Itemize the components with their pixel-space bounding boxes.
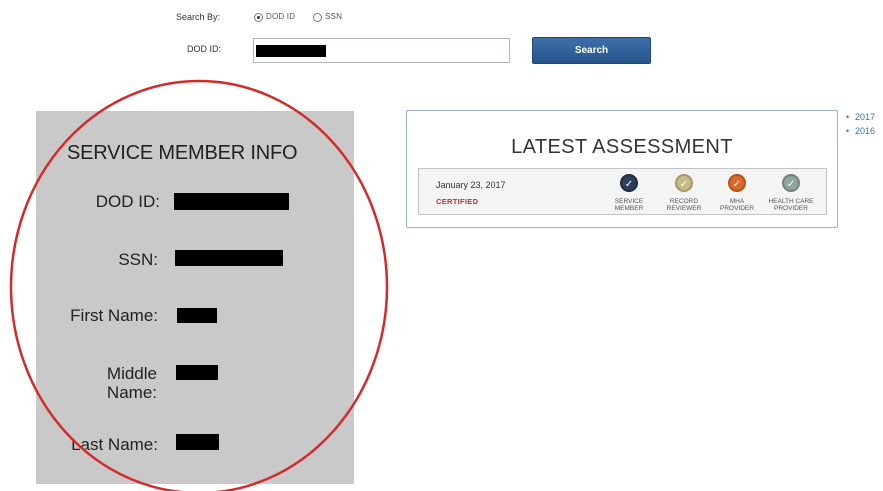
annotation-overlay (9, 79, 389, 491)
annotation-circle (9, 79, 389, 491)
